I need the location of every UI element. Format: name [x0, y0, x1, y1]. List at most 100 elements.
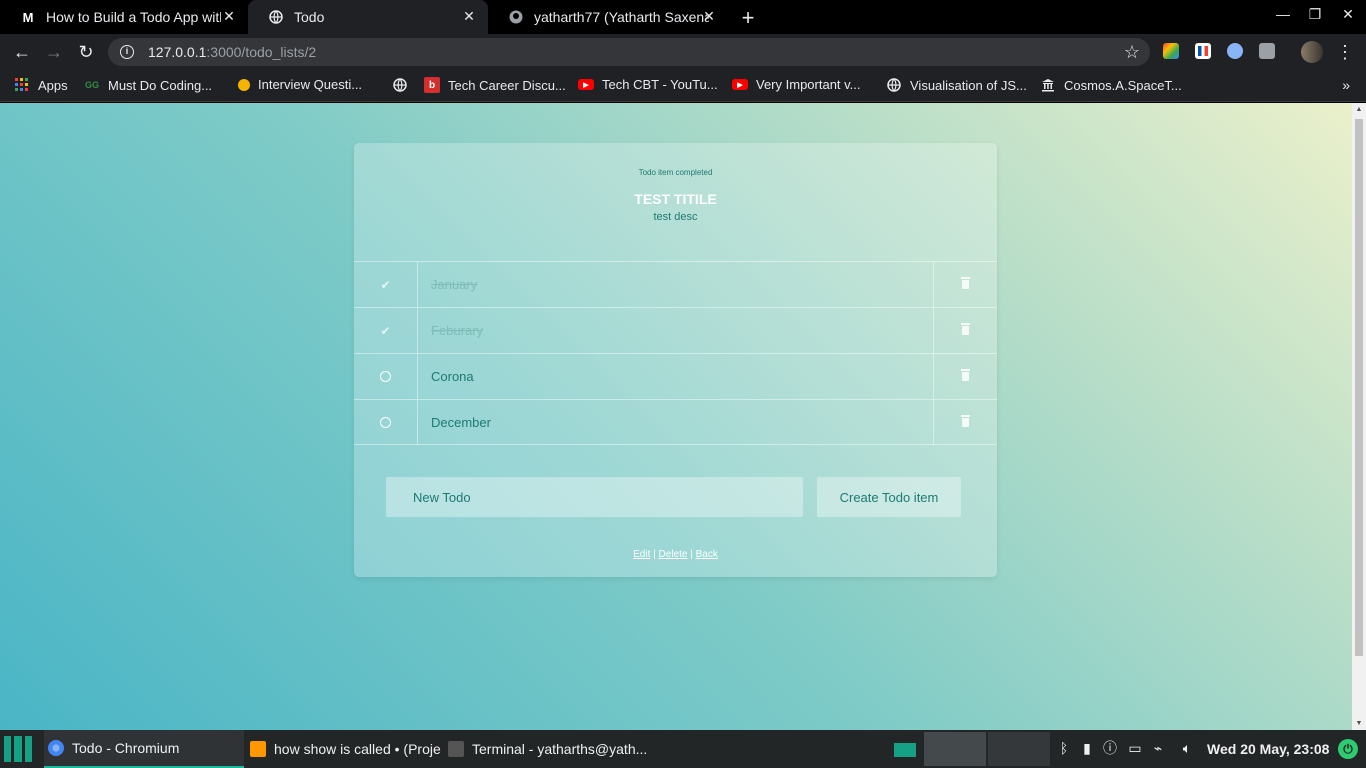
create-todo-button[interactable]: Create Todo item: [817, 477, 961, 517]
bookmark-visualisation-js[interactable]: Visualisation of JS...: [886, 77, 1027, 93]
chromium-icon: [48, 740, 64, 756]
delete-item-button[interactable]: [933, 400, 997, 445]
trash-icon: [961, 369, 970, 381]
bookmark-tech-career[interactable]: b Tech Career Discu...: [424, 77, 566, 93]
new-todo-input[interactable]: [386, 477, 803, 517]
back-link[interactable]: Back: [696, 549, 718, 560]
display-icon[interactable]: ▭: [1127, 740, 1143, 756]
update-icon[interactable]: ⓘ: [1102, 740, 1118, 756]
bookmark-very-important[interactable]: ▶ Very Important v...: [732, 77, 861, 92]
trash-icon: [961, 323, 970, 335]
separator: |: [690, 549, 693, 560]
taskbar-item-chromium[interactable]: Todo - Chromium: [44, 730, 244, 768]
maximize-icon[interactable]: ❐: [1303, 6, 1327, 23]
close-icon[interactable]: ✕: [460, 8, 478, 25]
bookmark-tech-cbt[interactable]: ▶ Tech CBT - YouTu...: [578, 77, 718, 92]
list-description: test desc: [653, 211, 698, 223]
new-tab-button[interactable]: +: [736, 5, 760, 31]
bookmark-must-do-coding[interactable]: GG Must Do Coding...: [84, 77, 212, 93]
separator: |: [653, 549, 656, 560]
complete-toggle[interactable]: ✔: [354, 308, 418, 353]
reload-icon[interactable]: ↻: [74, 40, 98, 64]
bookmarks-overflow-icon[interactable]: »: [1342, 77, 1350, 93]
taskbar-item-sublime[interactable]: how show is called • (Proje...: [246, 730, 442, 768]
todo-item: ✔ January: [354, 261, 997, 307]
taskbar-item-terminal[interactable]: Terminal - yatharths@yath...: [446, 730, 646, 768]
flash-notice: Todo item completed: [638, 168, 713, 177]
gfg-icon: GG: [84, 80, 99, 90]
address-bar[interactable]: i 127.0.0.1:3000/todo_lists/2 ☆: [108, 38, 1150, 66]
tab-title: yatharth77 (Yatharth Saxena): [534, 9, 709, 25]
bluetooth-icon[interactable]: ᛒ: [1056, 740, 1072, 756]
list-actions: Edit | Delete | Back: [354, 549, 997, 560]
complete-toggle[interactable]: [354, 400, 418, 445]
bookmarks-bar: Apps GG Must Do Coding... Interview Ques…: [0, 70, 1366, 102]
manjaro-logo-icon[interactable]: [4, 736, 32, 762]
todo-item-text: Corona: [431, 369, 474, 384]
bookmark-star-icon[interactable]: ☆: [1124, 42, 1140, 63]
scroll-down-icon[interactable]: ▼: [1355, 720, 1363, 727]
delete-item-button[interactable]: [933, 308, 997, 353]
scroll-up-icon[interactable]: ▲: [1355, 106, 1363, 113]
youtube-icon: ▶: [578, 79, 594, 90]
back-arrow-icon[interactable]: ←: [10, 40, 34, 64]
complete-toggle[interactable]: [354, 354, 418, 399]
delete-item-button[interactable]: [933, 354, 997, 399]
browser-toolbar: ← → ↻ i 127.0.0.1:3000/todo_lists/2 ☆ ⋮: [0, 34, 1366, 70]
browser-tab-strip: M How to Build a Todo App with ✕ Todo ✕ …: [0, 0, 1366, 34]
tab-title: How to Build a Todo App with: [46, 9, 221, 25]
b-icon: b: [424, 77, 440, 93]
bookmark-cosmos[interactable]: Cosmos.A.SpaceT...: [1040, 77, 1182, 93]
sublime-text-icon: [250, 741, 266, 757]
tab-title: Todo: [294, 9, 325, 25]
scrollbar-thumb[interactable]: [1355, 119, 1363, 656]
info-icon[interactable]: i: [120, 45, 134, 59]
close-window-icon[interactable]: ✕: [1336, 6, 1360, 23]
medium-icon: M: [22, 9, 34, 25]
minimize-icon[interactable]: —: [1271, 6, 1295, 22]
forward-arrow-icon[interactable]: →: [42, 40, 66, 64]
circle-icon: [380, 417, 391, 428]
volume-icon[interactable]: 🔈︎: [1179, 740, 1195, 756]
power-icon[interactable]: ⏻: [1338, 739, 1358, 759]
clip-icon[interactable]: ⌁: [1150, 740, 1166, 756]
more-menu-icon[interactable]: ⋮: [1333, 40, 1357, 64]
check-icon: ✔: [380, 277, 391, 292]
todo-items-list: ✔ January ✔ Feburary Corona December: [354, 261, 997, 445]
bookmark-apps[interactable]: Apps: [14, 77, 68, 93]
bookmark-globe[interactable]: [392, 77, 416, 93]
close-icon[interactable]: ✕: [220, 8, 238, 25]
tab-todo-article[interactable]: M How to Build a Todo App with ✕: [0, 0, 248, 34]
url-text[interactable]: 127.0.0.1:3000/todo_lists/2: [148, 44, 316, 60]
delete-item-button[interactable]: [933, 262, 997, 307]
workspace-1-icon[interactable]: [894, 743, 916, 757]
terminal-icon: [448, 741, 464, 757]
workspace-2-icon[interactable]: [924, 732, 986, 766]
battery-icon[interactable]: ▮: [1079, 740, 1095, 756]
page-scrollbar[interactable]: ▲ ▼: [1352, 103, 1366, 730]
tab-todo[interactable]: Todo ✕: [248, 0, 488, 34]
delete-link[interactable]: Delete: [659, 549, 688, 560]
globe-icon: [268, 9, 284, 25]
trash-icon: [961, 415, 970, 427]
edit-link[interactable]: Edit: [633, 549, 650, 560]
translate-extension-icon[interactable]: [1195, 43, 1211, 59]
github-icon: [508, 9, 524, 25]
workspace-3-icon[interactable]: [988, 732, 1050, 766]
profile-avatar[interactable]: [1301, 41, 1323, 63]
clock[interactable]: Wed 20 May, 23:08: [1207, 741, 1329, 757]
page-viewport: Todo item completed TEST TITILE test des…: [0, 103, 1352, 730]
tab-github[interactable]: yatharth77 (Yatharth Saxena) ✕: [488, 0, 728, 34]
download-extension-icon[interactable]: [1227, 43, 1243, 59]
check-icon: ✔: [380, 323, 391, 338]
complete-toggle[interactable]: ✔: [354, 262, 418, 307]
close-icon[interactable]: ✕: [700, 8, 718, 25]
museum-icon: [1040, 77, 1056, 93]
globe-icon: [886, 77, 902, 93]
apps-grid-icon: [14, 77, 30, 93]
color-picker-extension-icon[interactable]: [1163, 43, 1179, 59]
bookmark-interview-questions[interactable]: Interview Questi...: [238, 77, 362, 92]
todo-item-text: December: [431, 415, 491, 430]
todo-list-card: Todo item completed TEST TITILE test des…: [354, 143, 997, 577]
extension-icon[interactable]: [1259, 43, 1275, 59]
